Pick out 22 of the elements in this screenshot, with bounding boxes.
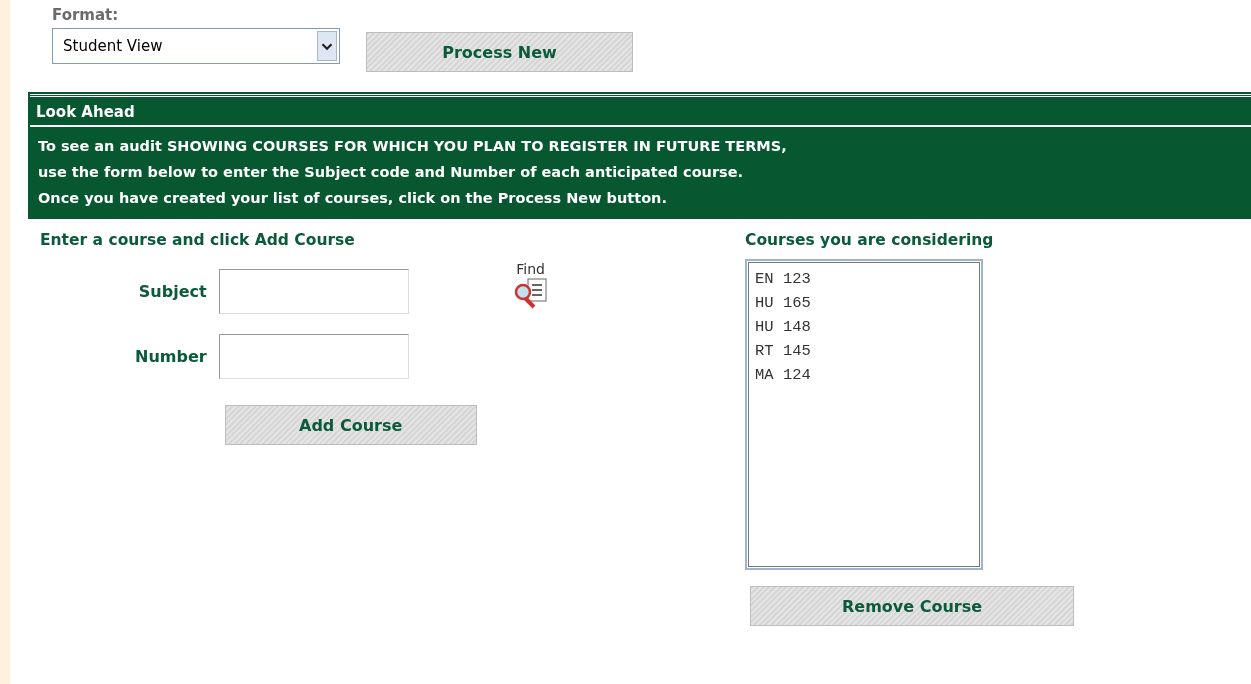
find-link[interactable]: Find	[516, 261, 545, 277]
courses-listbox[interactable]: EN 123 HU 165 HU 148 RT 145 MA 124	[745, 259, 983, 570]
course-item[interactable]: HU 165	[755, 291, 973, 315]
process-new-button[interactable]: Process New	[366, 32, 633, 72]
magnifier-list-icon[interactable]	[513, 277, 548, 309]
course-item[interactable]: MA 124	[755, 363, 973, 387]
input-field[interactable]	[218, 269, 409, 314]
input-field[interactable]	[218, 334, 409, 379]
course-item[interactable]: HU 148	[755, 315, 973, 339]
section-heading: Courses you are considering	[745, 231, 995, 249]
panel-title: Look Ahead	[30, 97, 1251, 127]
course-item[interactable]: EN 123	[755, 267, 973, 291]
instructions-text: To see an audit SHOWING COURSES FOR WHICH YOU PLAN TO REGISTER IN FUTURE TERMS, use the form below to enter the Subject code and Number of each anticipated course. Once you have created your list of courses, click on the Process New button.	[37, 137, 788, 208]
chevron-down-icon	[317, 31, 337, 61]
field-label: Number	[135, 347, 207, 366]
add-course-button[interactable]: Add Course	[224, 405, 477, 445]
section-heading: Enter a course and click Add Course	[40, 231, 356, 249]
course-item[interactable]: RT 145	[755, 339, 973, 363]
field-label: Subject	[138, 282, 207, 301]
format-label: Format:	[52, 6, 120, 24]
remove-course-button[interactable]: Remove Course	[750, 586, 1074, 626]
format-dropdown[interactable]: Student View	[52, 28, 340, 64]
